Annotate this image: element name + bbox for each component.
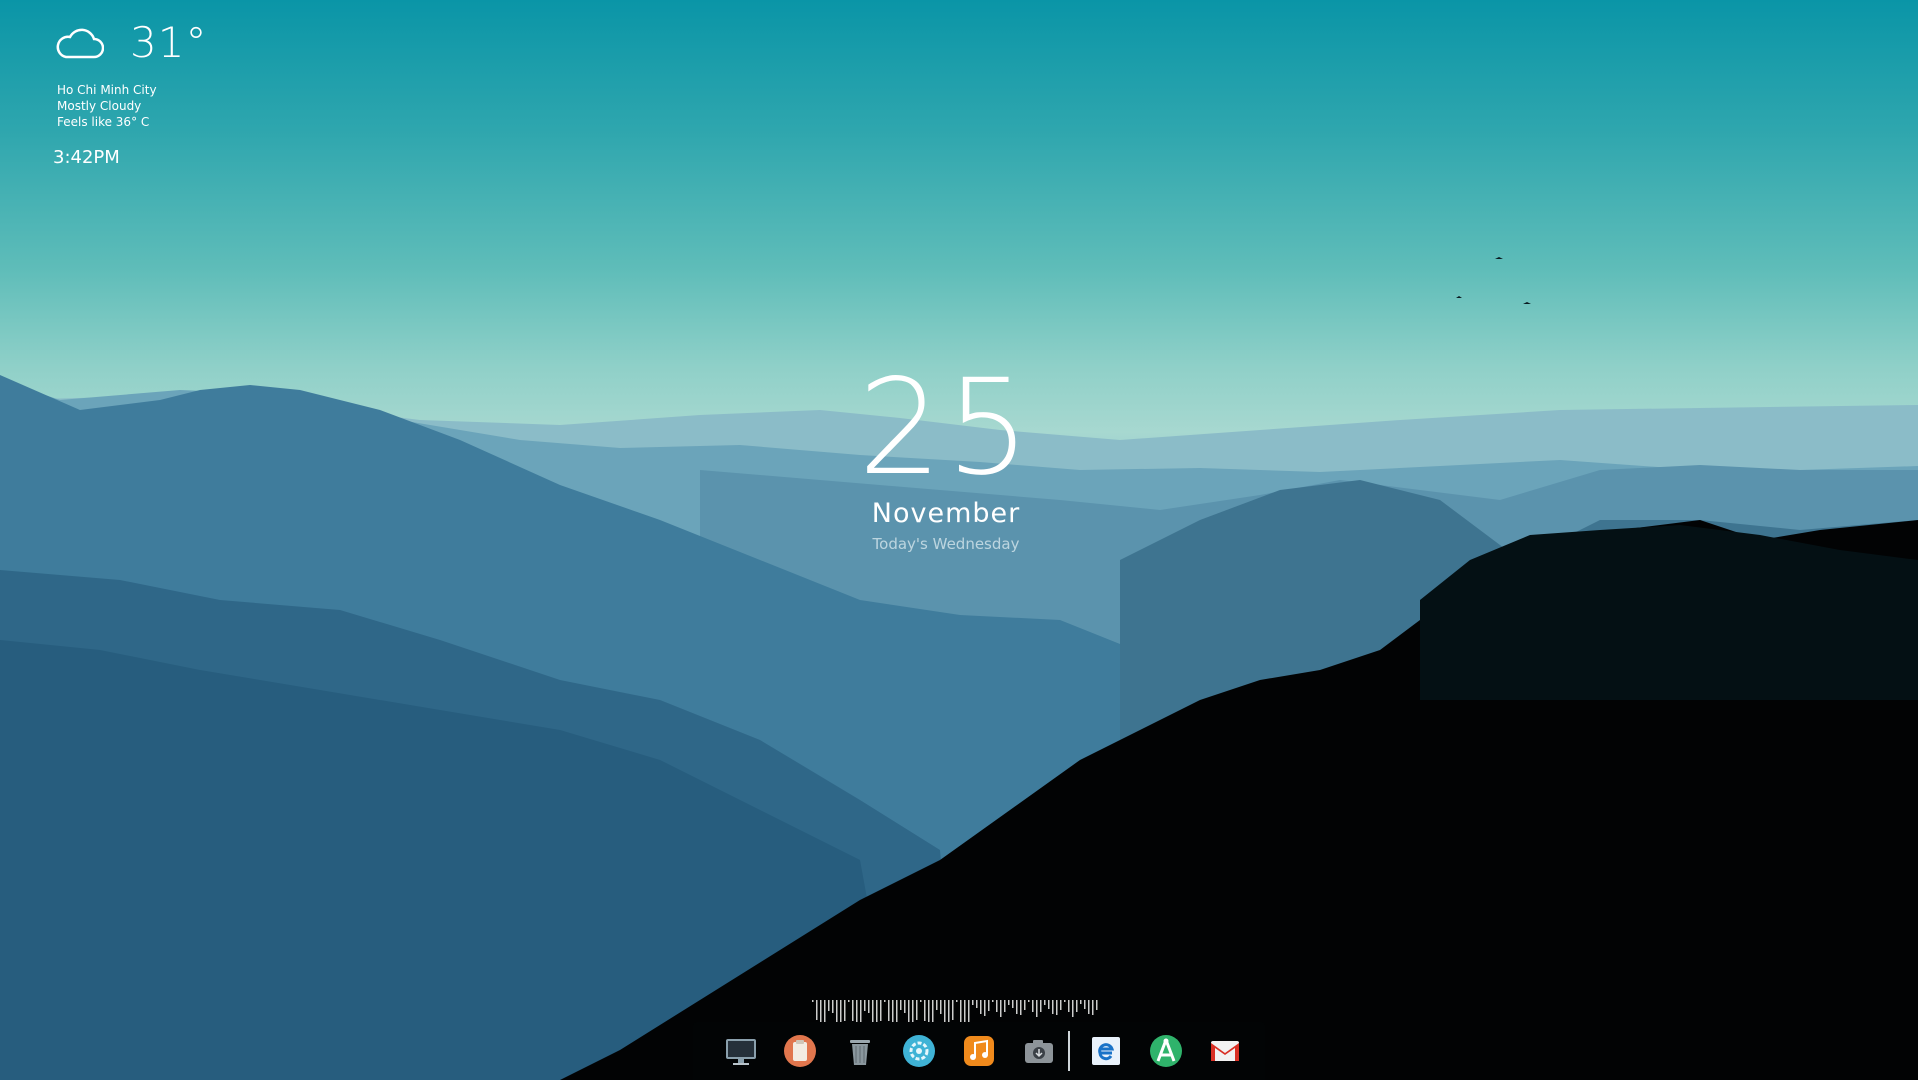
visualizer-bar (1064, 1000, 1066, 1002)
visualizer-bar (992, 1000, 994, 1002)
visualizer-bar (1008, 1000, 1010, 1005)
temperature: 31° (130, 18, 208, 67)
visualizer-bar (1060, 1000, 1062, 1010)
visualizer-bar (1072, 1000, 1074, 1017)
visualizer-bar (1000, 1000, 1002, 1017)
visualizer-bar (940, 1000, 942, 1014)
monitor-icon (725, 1039, 756, 1065)
visualizer-bar (1004, 1000, 1006, 1012)
visualizer-bar (1076, 1000, 1078, 1012)
visualizer-bar (1032, 1000, 1034, 1012)
dock-separator (1068, 1031, 1071, 1071)
trash-icon (849, 1040, 870, 1065)
visualizer-bar (972, 1000, 974, 1005)
dock-item-settings[interactable] (900, 1031, 940, 1071)
visualizer-bar (868, 1000, 870, 1013)
feels-like-label: Feels like 36° C (57, 115, 150, 129)
visualizer-bar (1044, 1000, 1046, 1005)
weather-details: Ho Chi Minh City Mostly Cloudy Feels lik… (57, 82, 157, 130)
visualizer-bar (996, 1000, 998, 1012)
date-month: November (871, 498, 1021, 529)
visualizer-bar (1068, 1000, 1070, 1012)
visualizer-bar (1040, 1000, 1042, 1012)
clock: 3:42PM (53, 147, 120, 168)
condition-label: Mostly Cloudy (57, 99, 142, 113)
date-widget: 25 November Today's Wednesday (0, 351, 1892, 553)
visualizer-bar (1012, 1000, 1014, 1008)
birds (1456, 257, 1531, 304)
dock-item-monitor[interactable] (721, 1031, 761, 1071)
dock-item-app-launcher[interactable] (1146, 1031, 1186, 1071)
visualizer-bar (900, 1000, 902, 1010)
visualizer-bar (1048, 1000, 1050, 1009)
dock-item-mail[interactable] (1205, 1031, 1245, 1071)
visualizer-bar (832, 1000, 834, 1013)
visualizer-bar (1092, 1000, 1094, 1015)
visualizer-bar (976, 1000, 978, 1008)
visualizer-bar (1036, 1000, 1038, 1017)
dock-item-camera[interactable] (1019, 1031, 1059, 1071)
dock-item-trash[interactable] (840, 1031, 880, 1071)
dock-item-clipboard[interactable] (781, 1031, 821, 1071)
dock (693, 1022, 1265, 1080)
visualizer-bar (1028, 1000, 1030, 1002)
gmail-icon (1211, 1041, 1240, 1061)
visualizer-bar (888, 1000, 890, 1021)
clipboard-icon (784, 1035, 817, 1067)
visualizer-bar (984, 1000, 986, 1016)
visualizer-bar (848, 1000, 850, 1002)
visualizer-bar (864, 1000, 866, 1011)
visualizer-bar (916, 1000, 918, 1020)
visualizer-bar (980, 1000, 982, 1014)
visualizer-bar (904, 1000, 906, 1013)
visualizer-bar (1084, 1000, 1086, 1009)
visualizer-bar (988, 1000, 990, 1011)
visualizer-bar (812, 1000, 814, 1002)
visualizer-bar (920, 1000, 922, 1002)
visualizer-bar (1096, 1000, 1098, 1010)
visualizer-bar (1020, 1000, 1022, 1015)
date-day: 25 (858, 351, 1034, 505)
music-icon (964, 1036, 995, 1066)
visualizer-bar (956, 1000, 958, 1002)
visualizer-bar (1024, 1000, 1026, 1010)
visualizer-bar (884, 1000, 886, 1002)
visualizer-bar (936, 1000, 938, 1010)
visualizer-bar (1052, 1000, 1054, 1014)
dock-item-browser[interactable] (1086, 1031, 1126, 1071)
city-label: Ho Chi Minh City (57, 83, 157, 97)
settings-gear-icon (903, 1035, 936, 1067)
dock-item-music[interactable] (959, 1031, 999, 1071)
app-launcher-icon (1149, 1035, 1182, 1067)
cloud-icon (56, 28, 104, 59)
visualizer-bar (1080, 1000, 1082, 1004)
visualizer-bar (880, 1000, 882, 1021)
visualizer-bar (960, 1000, 962, 1022)
visualizer-bar (852, 1000, 854, 1021)
visualizer-bar (1056, 1000, 1058, 1015)
date-weekday: Today's Wednesday (872, 535, 1020, 553)
visualizer-bar (816, 1000, 818, 1020)
visualizer-bar (1016, 1000, 1018, 1014)
visualizer-bar (1088, 1000, 1090, 1014)
visualizer-bar (952, 1000, 954, 1020)
visualizer-bar (844, 1000, 846, 1021)
internet-explorer-icon (1092, 1037, 1121, 1065)
visualizer-bar (828, 1000, 830, 1011)
camera-download-icon (1024, 1040, 1053, 1063)
visualizer-bar (924, 1000, 926, 1021)
